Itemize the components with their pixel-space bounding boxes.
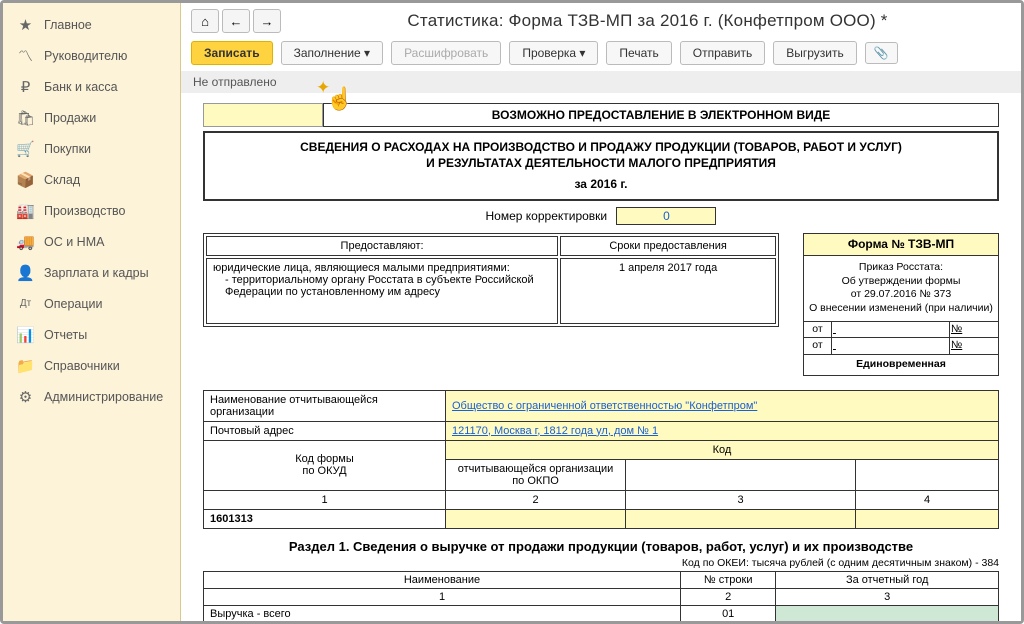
provide-txt2: - территориальному органу Росстата в суб… xyxy=(213,274,551,298)
provide-cell: юридические лица, являющиеся малыми пред… xyxy=(206,258,558,324)
sidebar-item-main[interactable]: ★ Главное xyxy=(3,9,180,40)
sidebar-item-label: Покупки xyxy=(44,142,91,156)
check-button[interactable]: Проверка ▾ xyxy=(509,41,598,65)
form-l3: от 29.07.2016 № 373 xyxy=(808,288,994,302)
sidebar-item-admin[interactable]: ⚙ Администрирование xyxy=(3,381,180,412)
dt-icon: Дт xyxy=(17,295,34,312)
status-text: Не отправлено xyxy=(193,75,277,89)
code-hdr: Код xyxy=(446,440,999,459)
sidebar-item-manager[interactable]: 〽 Руководителю xyxy=(3,40,180,71)
spark-icon: ✦ xyxy=(316,78,330,98)
toolbar: Записать Заполнение ▾ Расшифровать Прове… xyxy=(181,39,1021,71)
sidebar-item-operations[interactable]: Дт Операции xyxy=(3,288,180,319)
send-button[interactable]: Отправить xyxy=(680,41,766,65)
sidebar-item-label: Руководителю xyxy=(44,49,127,63)
home-button[interactable]: ⌂ xyxy=(191,9,219,33)
sidebar-item-directories[interactable]: 📁 Справочники xyxy=(3,350,180,381)
fill-button[interactable]: Заполнение ▾ xyxy=(281,41,384,65)
main-area: ⌂ ← → Статистика: Форма ТЗВ-МП за 2016 г… xyxy=(181,3,1021,621)
sidebar-item-label: Администрирование xyxy=(44,390,163,404)
provide-hdr2: Сроки предоставления xyxy=(560,236,776,256)
heading-l2: И РЕЗУЛЬТАТАХ ДЕЯТЕЛЬНОСТИ МАЛОГО ПРЕДПР… xyxy=(245,155,957,171)
cart-icon: 🛒 xyxy=(17,140,34,157)
sidebar-item-label: ОС и НМА xyxy=(44,235,104,249)
page-title: Статистика: Форма ТЗВ-МП за 2016 г. (Кон… xyxy=(284,11,1011,31)
barcode-slot[interactable] xyxy=(203,103,323,127)
sidebar-item-label: Операции xyxy=(44,297,102,311)
value-cell[interactable] xyxy=(776,605,999,621)
sidebar-item-warehouse[interactable]: 📦 Склад xyxy=(3,164,180,195)
correction-field[interactable]: 0 xyxy=(616,207,716,225)
decode-button[interactable]: Расшифровать xyxy=(391,41,501,65)
sidebar-item-label: Отчеты xyxy=(44,328,87,342)
heading-year: за 2016 г. xyxy=(245,176,957,192)
folder-icon: 📁 xyxy=(17,357,34,374)
correction-row: Номер корректировки 0 xyxy=(203,207,999,225)
okpo-input[interactable] xyxy=(446,509,626,528)
back-button[interactable]: ← xyxy=(222,9,250,33)
status-bar: Не отправлено xyxy=(181,71,1021,93)
sidebar-item-assets[interactable]: 🚚 ОС и НМА xyxy=(3,226,180,257)
section1-table: Наименование№ строкиЗа отчетный год 123 … xyxy=(203,571,999,621)
sidebar-item-label: Справочники xyxy=(44,359,120,373)
sidebar-item-purchases[interactable]: 🛒 Покупки xyxy=(3,133,180,164)
correction-label: Номер корректировки xyxy=(486,209,608,223)
okei-note: Код по ОКЕИ: тысяча рублей (с одним деся… xyxy=(203,557,999,569)
factory-icon: 🏭 xyxy=(17,202,34,219)
forward-button[interactable]: → xyxy=(253,9,281,33)
okud-val: 1601313 xyxy=(204,509,446,528)
sidebar-item-hr[interactable]: 👤 Зарплата и кадры xyxy=(3,257,180,288)
org-table: Наименование отчитывающейся организации О… xyxy=(203,390,999,529)
sidebar-item-label: Продажи xyxy=(44,111,96,125)
provide-table: Предоставляют:Сроки предоставления юриди… xyxy=(203,233,779,327)
sidebar-item-production[interactable]: 🏭 Производство xyxy=(3,195,180,226)
form-l2: Об утверждении формы xyxy=(808,275,994,289)
org-label: Наименование отчитывающейся организации xyxy=(204,390,446,421)
form-l1: Приказ Росстата: xyxy=(808,261,994,275)
addr-link[interactable]: 121170, Москва г, 1812 года ул, дом № 1 xyxy=(452,425,658,437)
org-name-link[interactable]: Общество с ограниченной ответственностью… xyxy=(452,400,757,412)
heading-l1: СВЕДЕНИЯ О РАСХОДАХ НА ПРОИЗВОДСТВО И ПР… xyxy=(245,139,957,155)
sidebar-item-label: Склад xyxy=(44,173,80,187)
box-icon: 📦 xyxy=(17,171,34,188)
write-button[interactable]: Записать xyxy=(191,41,273,65)
report-heading: СВЕДЕНИЯ О РАСХОДАХ НА ПРОИЗВОДСТВО И ПР… xyxy=(203,131,999,201)
chart-icon: 〽 xyxy=(17,47,34,64)
electronic-note: ВОЗМОЖНО ПРЕДОСТАВЛЕНИЕ В ЭЛЕКТРОННОМ ВИ… xyxy=(323,103,999,127)
sidebar-item-label: Банк и касса xyxy=(44,80,118,94)
bag-icon: 🛍 xyxy=(17,109,34,126)
sidebar-item-sales[interactable]: 🛍 Продажи xyxy=(3,102,180,133)
upload-button[interactable]: Выгрузить xyxy=(773,41,857,65)
provide-hdr1: Предоставляют: xyxy=(206,236,558,256)
ruble-icon: ₽ xyxy=(17,78,34,95)
star-icon: ★ xyxy=(17,16,34,33)
addr-label: Почтовый адрес xyxy=(204,421,446,440)
sidebar: ★ Главное 〽 Руководителю ₽ Банк и касса 🛍 Пр… xyxy=(3,3,181,621)
truck-icon: 🚚 xyxy=(17,233,34,250)
gear-icon: ⚙ xyxy=(17,388,34,405)
sidebar-item-label: Главное xyxy=(44,18,92,32)
sidebar-item-bank[interactable]: ₽ Банк и касса xyxy=(3,71,180,102)
row-name: Выручка - всего xyxy=(204,605,681,621)
provide-txt1: юридические лица, являющиеся малыми пред… xyxy=(213,262,510,274)
form-title: Форма № ТЗВ-МП xyxy=(804,234,998,257)
sidebar-item-reports[interactable]: 📊 Отчеты xyxy=(3,319,180,350)
print-button[interactable]: Печать xyxy=(606,41,671,65)
person-icon: 👤 xyxy=(17,264,34,281)
form-foot: Единовременная xyxy=(804,354,998,375)
form-l4: О внесении изменений (при наличии) xyxy=(808,302,994,316)
sidebar-item-label: Зарплата и кадры xyxy=(44,266,149,280)
form-info-block: Форма № ТЗВ-МП Приказ Росстата: Об утвер… xyxy=(803,233,999,376)
barchart-icon: 📊 xyxy=(17,326,34,343)
sidebar-item-label: Производство xyxy=(44,204,126,218)
document-body: ВОЗМОЖНО ПРЕДОСТАВЛЕНИЕ В ЭЛЕКТРОННОМ ВИ… xyxy=(181,93,1021,621)
provide-date: 1 апреля 2017 года xyxy=(560,258,776,324)
attach-button[interactable]: 📎 xyxy=(865,42,898,64)
section1-title: Раздел 1. Сведения о выручке от продажи … xyxy=(203,539,999,554)
